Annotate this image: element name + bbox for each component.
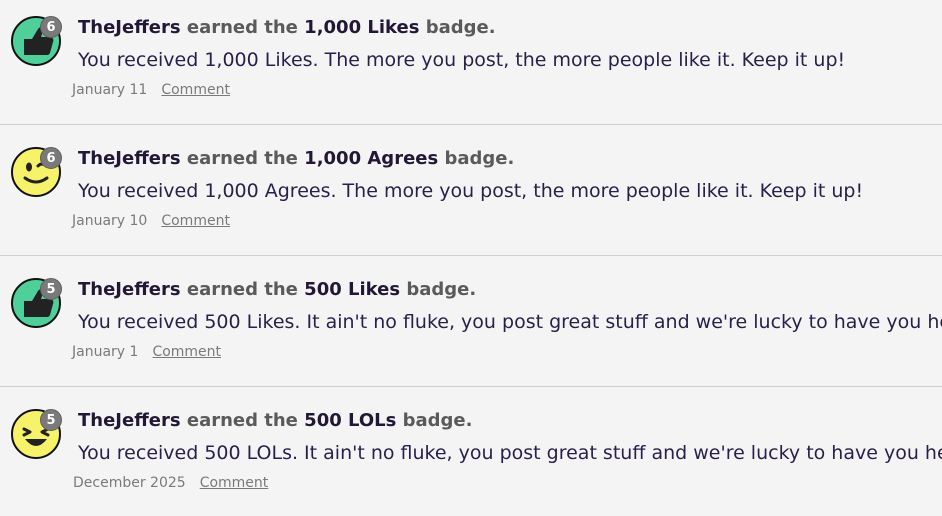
badge-level-count: 5: [40, 409, 62, 431]
item-headline: TheJeffers earned the 1,000 Likes badge.: [78, 17, 496, 38]
comment-link[interactable]: Comment: [200, 475, 269, 491]
badge-name: 500 LOLs: [304, 410, 397, 431]
badge-message: You received 500 LOLs. It ain't no fluke…: [78, 442, 942, 464]
feed-item: 5 TheJeffers earned the 500 Likes badge.…: [0, 262, 942, 392]
item-meta: January 10 Comment: [72, 213, 230, 229]
earned-text: earned the: [180, 279, 305, 300]
item-headline: TheJeffers earned the 1,000 Agrees badge…: [78, 148, 514, 169]
item-date: January 1: [72, 344, 139, 360]
divider: [0, 386, 942, 387]
comment-link[interactable]: Comment: [161, 82, 230, 98]
feed-item: 6 TheJeffers earned the 1,000 Agrees bad…: [0, 131, 942, 261]
comment-link[interactable]: Comment: [161, 213, 230, 229]
badge-name: 1,000 Likes: [304, 17, 420, 38]
earned-text: earned the: [180, 148, 305, 169]
badge-suffix: badge.: [396, 410, 473, 431]
item-date: January 11: [72, 82, 148, 98]
divider: [0, 255, 942, 256]
badge-suffix: badge.: [419, 17, 496, 38]
earned-text: earned the: [180, 410, 305, 431]
item-date: January 10: [72, 213, 148, 229]
item-date: December 2025: [73, 475, 186, 491]
badge-message: You received 1,000 Agrees. The more you …: [78, 180, 864, 202]
item-headline: TheJeffers earned the 500 Likes badge.: [78, 279, 476, 300]
username-link[interactable]: TheJeffers: [78, 17, 181, 38]
earned-text: earned the: [180, 17, 305, 38]
item-meta: January 1 Comment: [72, 344, 221, 360]
badge-suffix: badge.: [438, 148, 515, 169]
username-link[interactable]: TheJeffers: [78, 148, 181, 169]
badge-level-count: 6: [40, 147, 62, 169]
badge-message: You received 1,000 Likes. The more you p…: [78, 49, 846, 71]
badge-name: 1,000 Agrees: [304, 148, 439, 169]
username-link[interactable]: TheJeffers: [78, 410, 181, 431]
comment-link[interactable]: Comment: [152, 344, 221, 360]
badge-level-count: 5: [40, 278, 62, 300]
badge-name: 500 Likes: [304, 279, 401, 300]
item-headline: TheJeffers earned the 500 LOLs badge.: [78, 410, 472, 431]
badge-message: You received 500 Likes. It ain't no fluk…: [78, 311, 942, 333]
badge-level-count: 6: [40, 16, 62, 38]
item-meta: January 11 Comment: [72, 82, 230, 98]
feed-item: 6 TheJeffers earned the 1,000 Likes badg…: [0, 0, 942, 130]
username-link[interactable]: TheJeffers: [78, 279, 181, 300]
badge-suffix: badge.: [400, 279, 477, 300]
feed-item: 5 TheJeffers earned the 500 LOLs badge. …: [0, 393, 942, 516]
item-meta: December 2025 Comment: [73, 475, 268, 491]
divider: [0, 124, 942, 125]
badge-feed: 6 TheJeffers earned the 1,000 Likes badg…: [0, 0, 942, 516]
